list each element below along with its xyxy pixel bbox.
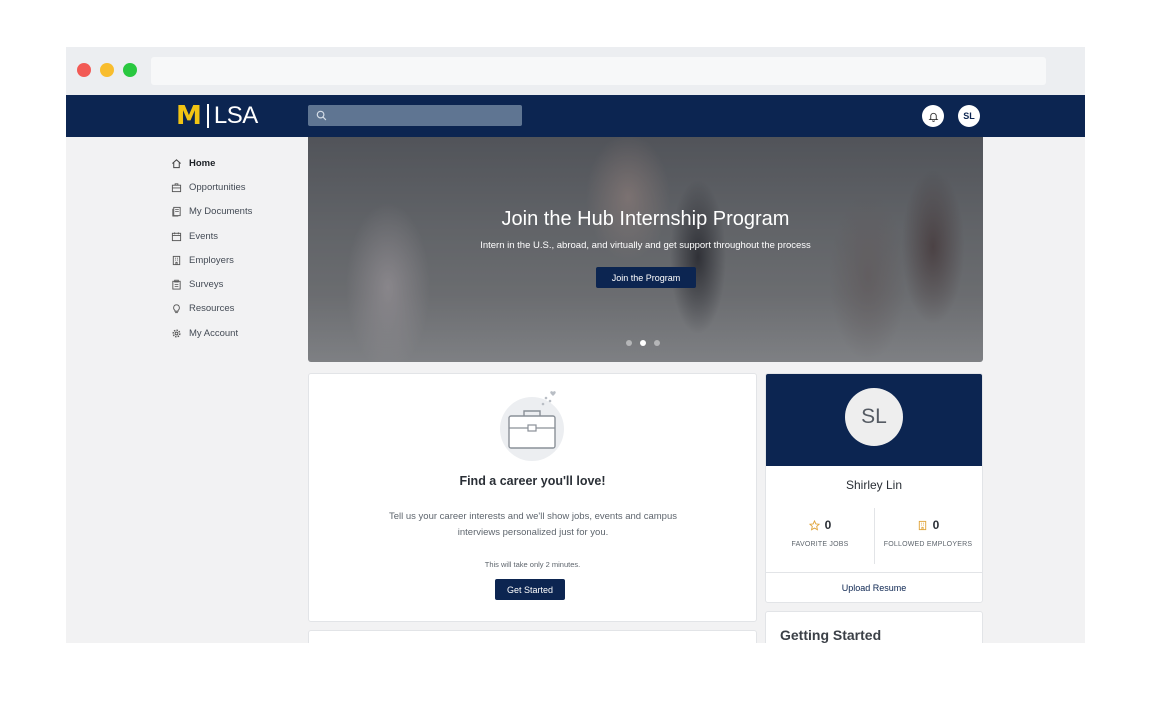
star-icon (808, 519, 820, 531)
sidebar-item-surveys[interactable]: Surveys (171, 272, 301, 296)
career-card: Find a career you'll love! Tell us your … (308, 373, 757, 622)
join-program-button[interactable]: Join the Program (596, 267, 696, 288)
profile-header-band: SL (766, 374, 982, 466)
profile-card: SL Shirley Lin 0 FAVORITE JOBS 0 FOLLOWE… (765, 373, 983, 603)
carousel-dot-2[interactable] (640, 340, 646, 346)
carousel-dot-3[interactable] (654, 340, 660, 346)
logo-block-m: M (176, 101, 202, 131)
top-navigation-bar: M LSA SL (66, 95, 1085, 137)
briefcase-illustration-icon (500, 391, 564, 461)
maximize-window-button[interactable] (123, 63, 137, 77)
gear-icon (172, 329, 181, 338)
bell-icon (928, 112, 938, 122)
profile-avatar[interactable]: SL (845, 388, 903, 446)
followed-employers-stat[interactable]: 0 FOLLOWED EMPLOYERS (874, 518, 982, 548)
building-icon (918, 520, 926, 530)
sidebar-item-my-documents[interactable]: My Documents (171, 200, 301, 224)
next-card (308, 630, 757, 643)
search-icon (316, 110, 327, 121)
sidebar-item-home[interactable]: Home (171, 151, 301, 175)
sidebar-item-employers[interactable]: Employers (171, 248, 301, 272)
home-icon (172, 158, 181, 168)
sidebar-item-my-account[interactable]: My Account (171, 321, 301, 345)
sidebar-item-label: Surveys (189, 279, 224, 291)
briefcase-icon (171, 183, 182, 193)
sidebar-item-label: Employers (189, 254, 234, 266)
search-input[interactable] (308, 105, 522, 126)
followed-employers-label: FOLLOWED EMPLOYERS (883, 541, 973, 548)
sidebar-item-events[interactable]: Events (171, 224, 301, 248)
notifications-button[interactable] (922, 105, 944, 127)
logo-divider (206, 104, 209, 128)
lightbulb-icon (173, 304, 180, 314)
sidebar-item-label: Events (189, 230, 219, 242)
career-card-note: This will take only 2 minutes. (484, 560, 581, 569)
building-icon (172, 255, 181, 265)
browser-window: M LSA SL Home Opportunities My Documents… (66, 47, 1085, 643)
favorite-jobs-count: 0 (824, 518, 832, 532)
favorite-jobs-label: FAVORITE JOBS (791, 541, 849, 548)
carousel-dot-1[interactable] (626, 340, 632, 346)
browser-chrome (66, 47, 1085, 95)
get-started-button[interactable]: Get Started (495, 579, 565, 600)
user-avatar-button[interactable]: SL (958, 105, 980, 127)
calendar-icon (171, 231, 182, 241)
favorite-jobs-stat[interactable]: 0 FAVORITE JOBS (766, 518, 874, 548)
clipboard-icon (172, 279, 181, 290)
hero-subtitle: Intern in the U.S., abroad, and virtuall… (480, 240, 811, 251)
close-window-button[interactable] (77, 63, 91, 77)
hero-banner: Join the Hub Internship Program Intern i… (308, 137, 983, 362)
career-card-title: Find a career you'll love! (459, 474, 606, 488)
sidebar-item-label: My Documents (189, 206, 253, 218)
documents-icon (172, 207, 181, 217)
hero-title: Join the Hub Internship Program (501, 208, 790, 230)
getting-started-title: Getting Started (780, 627, 882, 643)
followed-employers-count: 0 (932, 518, 940, 532)
upload-resume-link[interactable]: Upload Resume (766, 583, 982, 593)
sidebar-item-label: Opportunities (189, 181, 246, 193)
minimize-window-button[interactable] (100, 63, 114, 77)
sidebar-item-opportunities[interactable]: Opportunities (171, 175, 301, 199)
sidebar-item-label: My Account (189, 327, 239, 339)
logo-text: LSA (213, 102, 258, 129)
sidebar-item-resources[interactable]: Resources (171, 297, 301, 321)
profile-name: Shirley Lin (845, 478, 903, 492)
address-bar[interactable] (151, 57, 1046, 85)
profile-divider (766, 572, 982, 573)
carousel-indicators (626, 340, 660, 346)
sidebar-item-label: Home (189, 157, 216, 169)
sidebar-item-label: Resources (189, 303, 235, 315)
getting-started-card: Getting Started (765, 611, 983, 643)
lsa-logo[interactable]: M LSA (176, 101, 258, 131)
sidebar-nav: Home Opportunities My Documents Events E… (171, 151, 301, 345)
career-card-description: Tell us your career interests and we'll … (388, 511, 677, 538)
